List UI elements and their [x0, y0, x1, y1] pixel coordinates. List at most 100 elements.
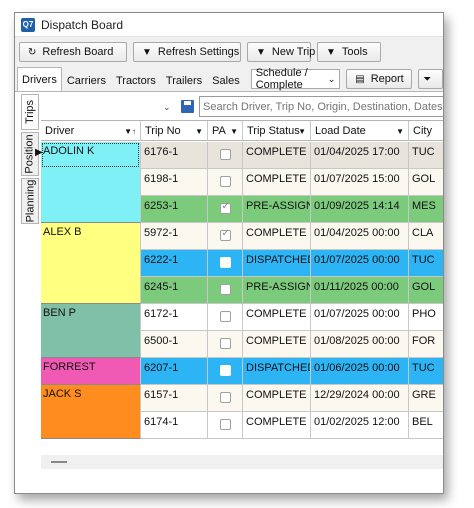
column-header-load-date[interactable]: Load Date ▼ — [311, 121, 409, 141]
pa-checkbox-cell[interactable] — [208, 250, 243, 277]
dispatch-board-window: Q7 Dispatch Board ↻ Refresh Board ▼ Refr… — [14, 12, 444, 494]
filter-arrow-icon[interactable]: ▼ — [195, 127, 203, 136]
pa-checkbox-cell[interactable] — [208, 358, 243, 385]
pa-checkbox[interactable] — [219, 149, 231, 160]
date-text: 01/07/2025 15:00 — [314, 173, 400, 185]
search-bar: ⌄ — [41, 96, 443, 118]
filter-arrow-icon[interactable]: ▼ — [298, 127, 306, 136]
filter-arrow-icon[interactable]: ▼ — [230, 127, 238, 136]
trip-cell: 5972-1 — [141, 223, 208, 250]
column-header-driver[interactable]: Driver ▼↑ — [41, 121, 141, 141]
column-label: City — [413, 125, 432, 137]
pa-checkbox-cell[interactable] — [208, 331, 243, 358]
driver-cell[interactable]: BEN P — [41, 304, 141, 358]
pa-checkbox-cell[interactable] — [208, 196, 243, 223]
side-tab-planning[interactable]: Planning — [21, 178, 39, 224]
city-text: CLA — [412, 227, 434, 239]
chevron-down-icon[interactable]: ⌄ — [163, 102, 171, 113]
refresh-settings-button[interactable]: ▼ Refresh Settings — [133, 42, 241, 62]
horizontal-scrollbar[interactable] — [41, 455, 443, 469]
status-cell: COMPLETE — [243, 331, 311, 358]
side-tab-trips[interactable]: Trips — [21, 94, 39, 130]
pa-checkbox[interactable] — [219, 201, 231, 214]
date-cell: 01/06/2025 00:00 — [311, 358, 409, 385]
status-text: COMPLETE — [246, 227, 307, 239]
date-cell: 01/07/2025 00:00 — [311, 250, 409, 277]
save-icon[interactable] — [181, 100, 194, 113]
pa-checkbox[interactable] — [219, 284, 231, 295]
pa-checkbox[interactable] — [219, 176, 231, 187]
pa-checkbox-cell[interactable] — [208, 277, 243, 304]
column-header-pa[interactable]: PA ▼ — [208, 121, 243, 141]
driver-name: ALEX B — [43, 226, 82, 238]
status-cell: COMPLETE — [243, 304, 311, 331]
city-cell: MES — [409, 196, 443, 223]
pa-checkbox[interactable] — [219, 228, 231, 241]
pa-checkbox-cell[interactable] — [208, 304, 243, 331]
filter-icon: ⏷ — [423, 73, 432, 85]
trip-cell: 6157-1 — [141, 385, 208, 412]
date-text: 01/06/2025 00:00 — [314, 362, 400, 374]
scrollbar-thumb[interactable] — [51, 461, 67, 463]
grid-header: Driver ▼↑ Trip No ▼ PA ▼ Trip Status ▼ L… — [41, 121, 443, 141]
date-cell: 01/09/2025 14:14 — [311, 196, 409, 223]
pa-checkbox-cell[interactable] — [208, 412, 243, 439]
chevron-down-icon: ⌄ — [327, 73, 336, 84]
sort-filter-icon[interactable]: ▼↑ — [124, 127, 136, 136]
date-cell: 01/04/2025 00:00 — [311, 223, 409, 250]
trip-text: 6172-1 — [144, 308, 179, 320]
filter-button[interactable]: ⏷ — [418, 69, 443, 89]
view-select[interactable]: Schedule / Complete ⌄ — [250, 67, 341, 91]
tools-button[interactable]: ▼ Tools — [317, 42, 381, 62]
refresh-board-button[interactable]: ↻ Refresh Board — [19, 42, 127, 62]
pa-checkbox[interactable] — [219, 311, 231, 322]
row-indicator-icon: ▶ — [35, 147, 43, 158]
tab-drivers[interactable]: Drivers — [17, 67, 62, 91]
refresh-board-label: Refresh Board — [42, 46, 114, 58]
pa-checkbox-cell[interactable] — [208, 169, 243, 196]
pa-checkbox-cell[interactable] — [208, 223, 243, 250]
city-text: FOR — [412, 335, 436, 347]
app-icon: Q7 — [21, 17, 35, 32]
column-header-trip-status[interactable]: Trip Status ▼ — [243, 121, 311, 141]
trip-cell: 6222-1 — [141, 250, 208, 277]
driver-cell[interactable]: JACK S — [41, 385, 141, 439]
new-trip-button[interactable]: ▼ New Trip — [247, 42, 315, 62]
trip-cell: 6207-1 — [141, 358, 208, 385]
trip-cell: 6245-1 — [141, 277, 208, 304]
city-text: GOL — [412, 173, 436, 185]
pa-checkbox[interactable] — [219, 365, 231, 376]
date-text: 01/07/2025 00:00 — [314, 308, 400, 320]
report-button[interactable]: ▤ Report — [346, 69, 413, 89]
driver-name: JACK S — [43, 388, 82, 400]
city-text: TUC — [412, 254, 435, 266]
filter-arrow-icon[interactable]: ▼ — [396, 127, 404, 136]
pa-checkbox[interactable] — [219, 392, 231, 403]
driver-name: FORREST — [43, 361, 96, 373]
pa-checkbox[interactable] — [219, 338, 231, 349]
trip-cell: 6172-1 — [141, 304, 208, 331]
refresh-settings-label: Refresh Settings — [157, 46, 240, 58]
view-select-value: Schedule / Complete — [255, 67, 308, 91]
column-header-trip-no[interactable]: Trip No ▼ — [141, 121, 208, 141]
date-cell: 01/11/2025 00:00 — [311, 277, 409, 304]
tab-trailers[interactable]: Trailers — [161, 69, 207, 91]
search-input[interactable] — [199, 96, 443, 117]
driver-cell[interactable]: FORREST — [41, 358, 141, 385]
pa-checkbox-cell[interactable] — [208, 385, 243, 412]
date-cell: 01/02/2025 12:00 — [311, 412, 409, 439]
column-header-city[interactable]: City — [409, 121, 443, 141]
pa-checkbox[interactable] — [219, 257, 231, 268]
pa-checkbox-cell[interactable] — [208, 142, 243, 169]
city-cell: GRE — [409, 385, 443, 412]
tab-sales[interactable]: Sales — [207, 69, 245, 91]
tab-tractors[interactable]: Tractors — [111, 69, 161, 91]
driver-cell[interactable]: ALEX B — [41, 223, 141, 304]
column-label: Trip Status — [247, 125, 300, 137]
pa-checkbox[interactable] — [219, 419, 231, 430]
tab-carriers[interactable]: Carriers — [62, 69, 111, 91]
city-cell: TUC — [409, 142, 443, 169]
status-text: COMPLETE — [246, 308, 307, 320]
city-text: TUC — [412, 146, 435, 158]
city-text: GOL — [412, 281, 436, 293]
